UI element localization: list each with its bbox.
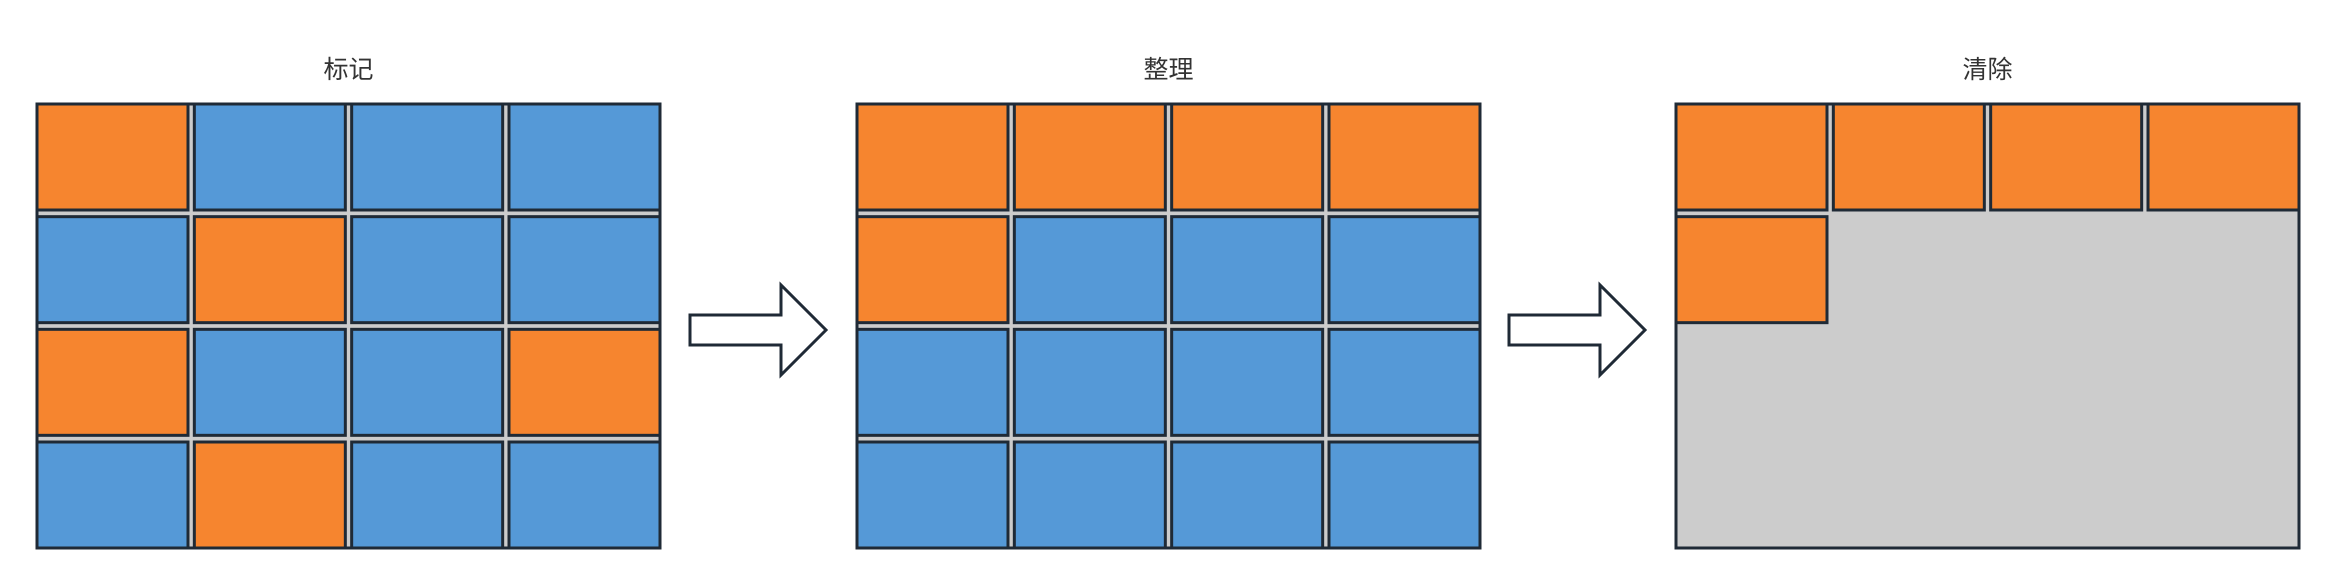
marked-object-cell — [192, 440, 347, 550]
marked-object-cell — [1170, 102, 1325, 212]
live-object-cell — [1327, 215, 1482, 325]
marked-object-cell — [1327, 102, 1482, 212]
live-object-cell — [1170, 440, 1325, 550]
marked-object-cell — [1831, 102, 1986, 212]
marked-object-cell — [855, 215, 1010, 325]
live-object-cell — [350, 440, 505, 550]
marked-object-cell — [1012, 102, 1167, 212]
live-object-cell — [507, 102, 662, 212]
live-object-cell — [350, 102, 505, 212]
live-object-cell — [35, 215, 190, 325]
gc-diagram — [35, 102, 2301, 550]
live-object-cell — [507, 215, 662, 325]
live-object-cell — [855, 327, 1010, 437]
marked-object-cell — [1674, 215, 1829, 325]
arrow-right-icon — [688, 281, 829, 379]
live-object-cell — [1012, 215, 1167, 325]
marked-object-cell — [35, 102, 190, 212]
live-object-cell — [1170, 327, 1325, 437]
marked-object-cell — [1674, 102, 1829, 212]
marked-object-cell — [855, 102, 1010, 212]
live-object-cell — [192, 327, 347, 437]
live-object-cell — [350, 327, 505, 437]
marked-object-cell — [192, 215, 347, 325]
live-object-cell — [1012, 440, 1167, 550]
marked-object-cell — [2146, 102, 2301, 212]
live-object-cell — [35, 440, 190, 550]
live-object-cell — [1012, 327, 1167, 437]
marked-object-cell — [1989, 102, 2144, 212]
live-object-cell — [507, 440, 662, 550]
marked-object-cell — [507, 327, 662, 437]
live-object-cell — [192, 102, 347, 212]
live-object-cell — [1170, 215, 1325, 325]
marked-object-cell — [35, 327, 190, 437]
arrow-right-icon — [1507, 281, 1648, 379]
live-object-cell — [855, 440, 1010, 550]
live-object-cell — [1327, 327, 1482, 437]
live-object-cell — [350, 215, 505, 325]
live-object-cell — [1327, 440, 1482, 550]
